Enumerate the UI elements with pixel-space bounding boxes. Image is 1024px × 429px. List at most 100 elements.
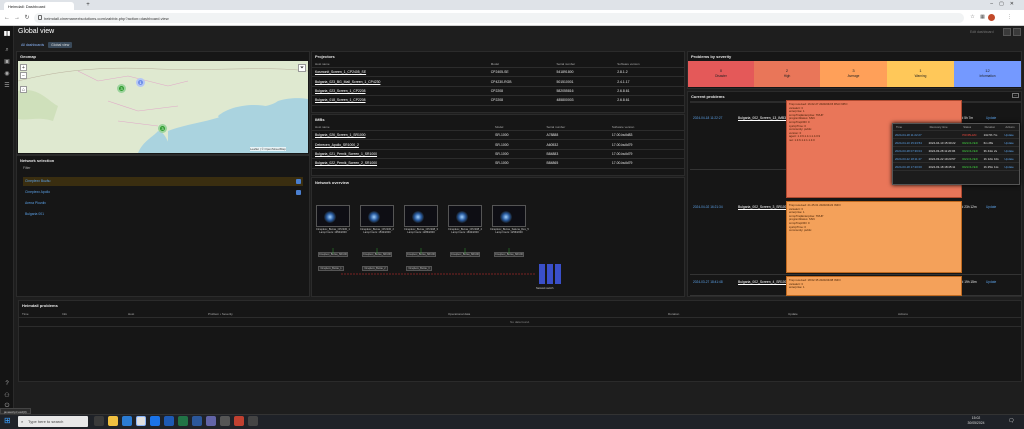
network-switch-icon[interactable] — [537, 264, 563, 284]
severity-disaster[interactable]: 0 Disaster — [688, 61, 754, 87]
page-title: Global view — [18, 28, 55, 35]
monitoring-icon[interactable]: ◉ — [3, 70, 11, 78]
profile-avatar[interactable] — [988, 14, 995, 21]
event-update-link[interactable]: Update — [1002, 138, 1019, 147]
reports-icon[interactable]: ☰ — [3, 82, 11, 90]
reload-icon[interactable]: ↻ — [23, 14, 31, 22]
back-icon[interactable]: ← — [3, 14, 11, 22]
projector-icon — [500, 211, 512, 223]
user-icon[interactable]: ⚇ — [3, 392, 11, 400]
network-item[interactable]: Cineplexx Buzău — [23, 177, 303, 186]
map-cluster-marker[interactable]: 3 — [158, 124, 167, 133]
problem-update-link[interactable]: Update — [986, 280, 996, 284]
event-time[interactable]: 2024-04-10 15:23:54 — [893, 138, 927, 147]
filter-icon[interactable]: ⏷ — [298, 64, 306, 72]
kiosk-mode-button[interactable] — [1003, 28, 1011, 36]
event-update-link[interactable]: Update — [1002, 162, 1019, 171]
projector-node[interactable] — [492, 205, 526, 227]
teams-icon[interactable] — [206, 416, 216, 426]
new-tab-button[interactable]: + — [84, 2, 92, 10]
map-cluster-marker[interactable]: 3 — [117, 84, 126, 93]
word-icon[interactable] — [192, 416, 202, 426]
host-link[interactable]: Bulgaria_026_Screen_1_SR1000 — [312, 130, 493, 141]
checkbox-checked[interactable] — [296, 190, 301, 195]
severity-high[interactable]: 2 High — [754, 61, 820, 87]
event-time[interactable]: 2024-03-28 07:36:04 — [893, 146, 927, 155]
browser-tab[interactable]: Heimdall: Dashboard — [4, 2, 74, 10]
table-cell: 17.00-build79 — [608, 158, 684, 169]
problem-host[interactable]: Bulgaria_002_Screen_13_IMB3000 — [738, 116, 792, 120]
zoom-out-button[interactable]: − — [20, 72, 27, 79]
problem-host[interactable]: Bulgaria_002_Screen_3_SR1000 — [738, 205, 789, 209]
network-item[interactable]: Bulgaria 001 — [23, 210, 303, 219]
breadcrumb-all-dashboards[interactable]: All dashboards — [18, 42, 47, 48]
host-link[interactable]: Debrecen_Apollo_SR1000_2 — [312, 139, 493, 150]
event-update-link[interactable]: Update — [1002, 146, 1019, 155]
taskbar-search-input[interactable]: Type here to search — [18, 416, 88, 427]
host-link[interactable]: Bulgaria_018_Screen_1_CP2208 — [312, 95, 488, 106]
severity-count: 12 — [985, 68, 990, 73]
app-icon[interactable] — [220, 416, 230, 426]
app-icon[interactable] — [150, 416, 160, 426]
zoom-in-button[interactable]: + — [20, 64, 27, 71]
host-link[interactable]: Bulgaria_022_Pernik_Screen_2_SR1000 — [312, 158, 493, 169]
task-view-icon[interactable] — [94, 416, 104, 426]
edit-dashboard-button[interactable]: Edit dashboard — [970, 30, 994, 34]
app-icon[interactable] — [234, 416, 244, 426]
problem-time[interactable]: 2024-04-18 11:22:27 — [693, 116, 722, 120]
dashboard-actions-button[interactable] — [1013, 28, 1021, 36]
event-update-link[interactable]: Update — [1002, 130, 1019, 139]
widget-menu-icon[interactable]: ⋯ — [1012, 93, 1019, 98]
host-link[interactable]: Bulgaria_023_Screen_1_CP2208 — [312, 86, 488, 97]
projector-node[interactable] — [360, 205, 394, 227]
host-link[interactable]: Bulgaria_023_BG_Mall_Screen_1_CP4230 — [312, 76, 488, 87]
dashboard-icon[interactable]: ▣ — [3, 58, 11, 66]
host-link[interactable]: Kosmonit_Screen_1_CP2405_SE — [312, 67, 488, 78]
network-item[interactable]: Arena Plovdiv — [23, 199, 303, 208]
notifications-icon[interactable]: 🗨 — [1008, 418, 1016, 425]
map-credit[interactable]: Leaflet | © OpenStreetMap — [250, 147, 286, 151]
logo-icon[interactable]: ▮▮ — [3, 30, 11, 38]
status-badge: RESOLVED — [960, 162, 982, 171]
chrome-icon[interactable] — [136, 416, 146, 426]
projector-node[interactable] — [404, 205, 438, 227]
event-time[interactable]: 2024-03-18 17:20:00 — [893, 162, 927, 171]
app-icon[interactable] — [122, 416, 132, 426]
breadcrumb-global-view[interactable]: Global view — [48, 42, 73, 48]
taskbar-clock[interactable]: 15:02 30/05/2024 — [958, 416, 994, 426]
address-bar[interactable]: heimdall.cinemanextsolutions.com/zabbix.… — [34, 13, 964, 23]
severity-information[interactable]: 12 Information — [954, 61, 1021, 87]
menu-icon[interactable]: ⋮ — [1005, 13, 1014, 22]
forward-icon[interactable]: → — [13, 14, 21, 22]
projector-node[interactable] — [448, 205, 482, 227]
event-time[interactable]: 2024-04-18 11:22:27 — [893, 130, 927, 139]
app-icon[interactable] — [248, 416, 258, 426]
geomap-canvas[interactable] — [18, 61, 308, 153]
event-update-link[interactable]: Update — [1002, 154, 1019, 163]
host-link[interactable]: Bulgaria_021_Pernik_Screen_1_SR1000 — [312, 149, 493, 160]
excel-icon[interactable] — [178, 416, 188, 426]
search-icon[interactable]: ⌕ — [3, 46, 11, 54]
projector-node[interactable] — [316, 205, 350, 227]
map-cluster-marker[interactable]: 1 — [136, 78, 145, 87]
severity-average[interactable]: 3 Average — [820, 61, 887, 87]
network-item-label: Cineplexx Apollo — [25, 190, 51, 194]
extensions-icon[interactable]: ▦ — [978, 13, 987, 22]
windows-start-icon[interactable]: ⊞ — [4, 416, 14, 426]
table-cell: 2.4.1.17 — [614, 76, 684, 87]
window-controls[interactable]: –▢✕ — [990, 1, 1020, 9]
checkbox-checked[interactable] — [296, 179, 301, 184]
problem-time[interactable]: 2024-04-02 16:21:34 — [693, 205, 723, 209]
problem-update-link[interactable]: Update — [986, 116, 996, 120]
home-icon[interactable]: ⌂ — [20, 86, 27, 93]
severity-warning[interactable]: 1 Warning — [887, 61, 954, 87]
file-explorer-icon[interactable] — [108, 416, 118, 426]
outlook-icon[interactable] — [164, 416, 174, 426]
help-icon[interactable]: ? — [3, 380, 11, 388]
network-item[interactable]: Cineplexx Apollo — [23, 188, 303, 197]
problem-update-link[interactable]: Update — [986, 205, 996, 209]
problem-host[interactable]: Bulgaria_002_Screen_4_SR1000 — [738, 280, 789, 284]
event-time[interactable]: 2024-03-22 18:11:47 — [893, 154, 927, 163]
problem-time[interactable]: 2024-03-27 18:41:48 — [693, 280, 723, 284]
star-icon[interactable]: ☆ — [968, 13, 977, 22]
